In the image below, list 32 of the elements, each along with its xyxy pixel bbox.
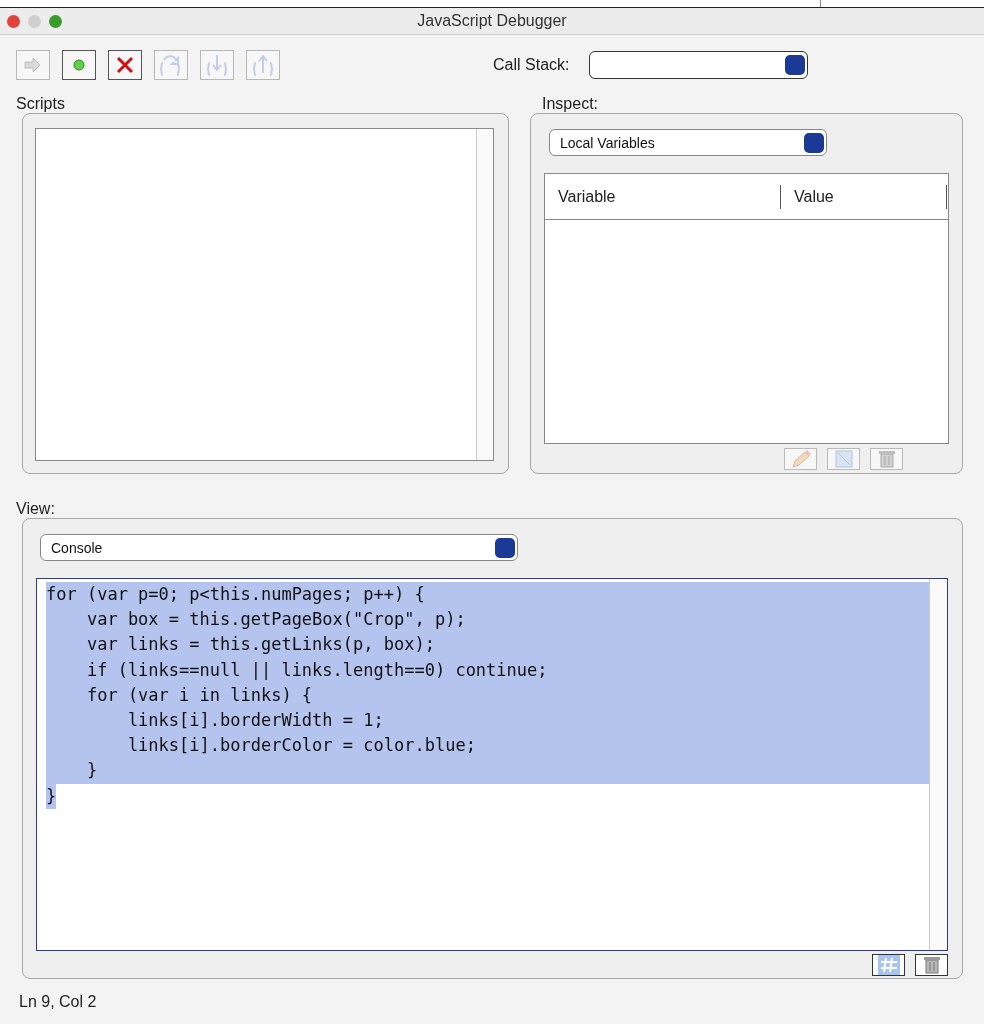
call-stack-label: Call Stack: <box>493 56 570 74</box>
trash-icon <box>876 449 897 469</box>
step-into-icon <box>205 53 229 77</box>
variables-dropdown[interactable]: Local Variables <box>549 129 827 156</box>
column-header[interactable]: Variable <box>545 184 781 209</box>
cursor-position: Ln 9, Col 2 <box>18 992 98 1011</box>
zoom-button[interactable] <box>49 14 62 28</box>
inspect-label: Inspect: <box>541 95 600 113</box>
hash-icon <box>877 955 900 975</box>
close-icon <box>116 56 134 74</box>
pencil-icon <box>789 450 812 468</box>
view-label: View: <box>15 500 56 518</box>
window-title: JavaScript Debugger <box>417 12 567 30</box>
scrollbar[interactable] <box>476 129 493 460</box>
console-button[interactable] <box>872 954 905 976</box>
toolbar-button[interactable] <box>108 50 142 80</box>
column-header[interactable]: Value <box>781 184 947 209</box>
scripts-label: Scripts <box>15 95 66 113</box>
close-button[interactable] <box>7 14 20 28</box>
arrow-icon <box>23 56 43 74</box>
console-button[interactable] <box>915 954 948 976</box>
toolbar-button[interactable] <box>62 50 96 80</box>
scrollbar[interactable] <box>929 579 947 950</box>
dot-icon <box>73 59 85 71</box>
step-over-icon <box>159 53 183 77</box>
trash-icon <box>921 955 942 975</box>
minimize-button[interactable] <box>28 14 41 28</box>
console-editor[interactable] <box>36 578 948 951</box>
step-out-icon <box>251 53 275 77</box>
square-icon <box>833 450 854 468</box>
call-stack-dropdown[interactable] <box>589 51 809 79</box>
view-dropdown[interactable]: Console <box>40 534 518 561</box>
